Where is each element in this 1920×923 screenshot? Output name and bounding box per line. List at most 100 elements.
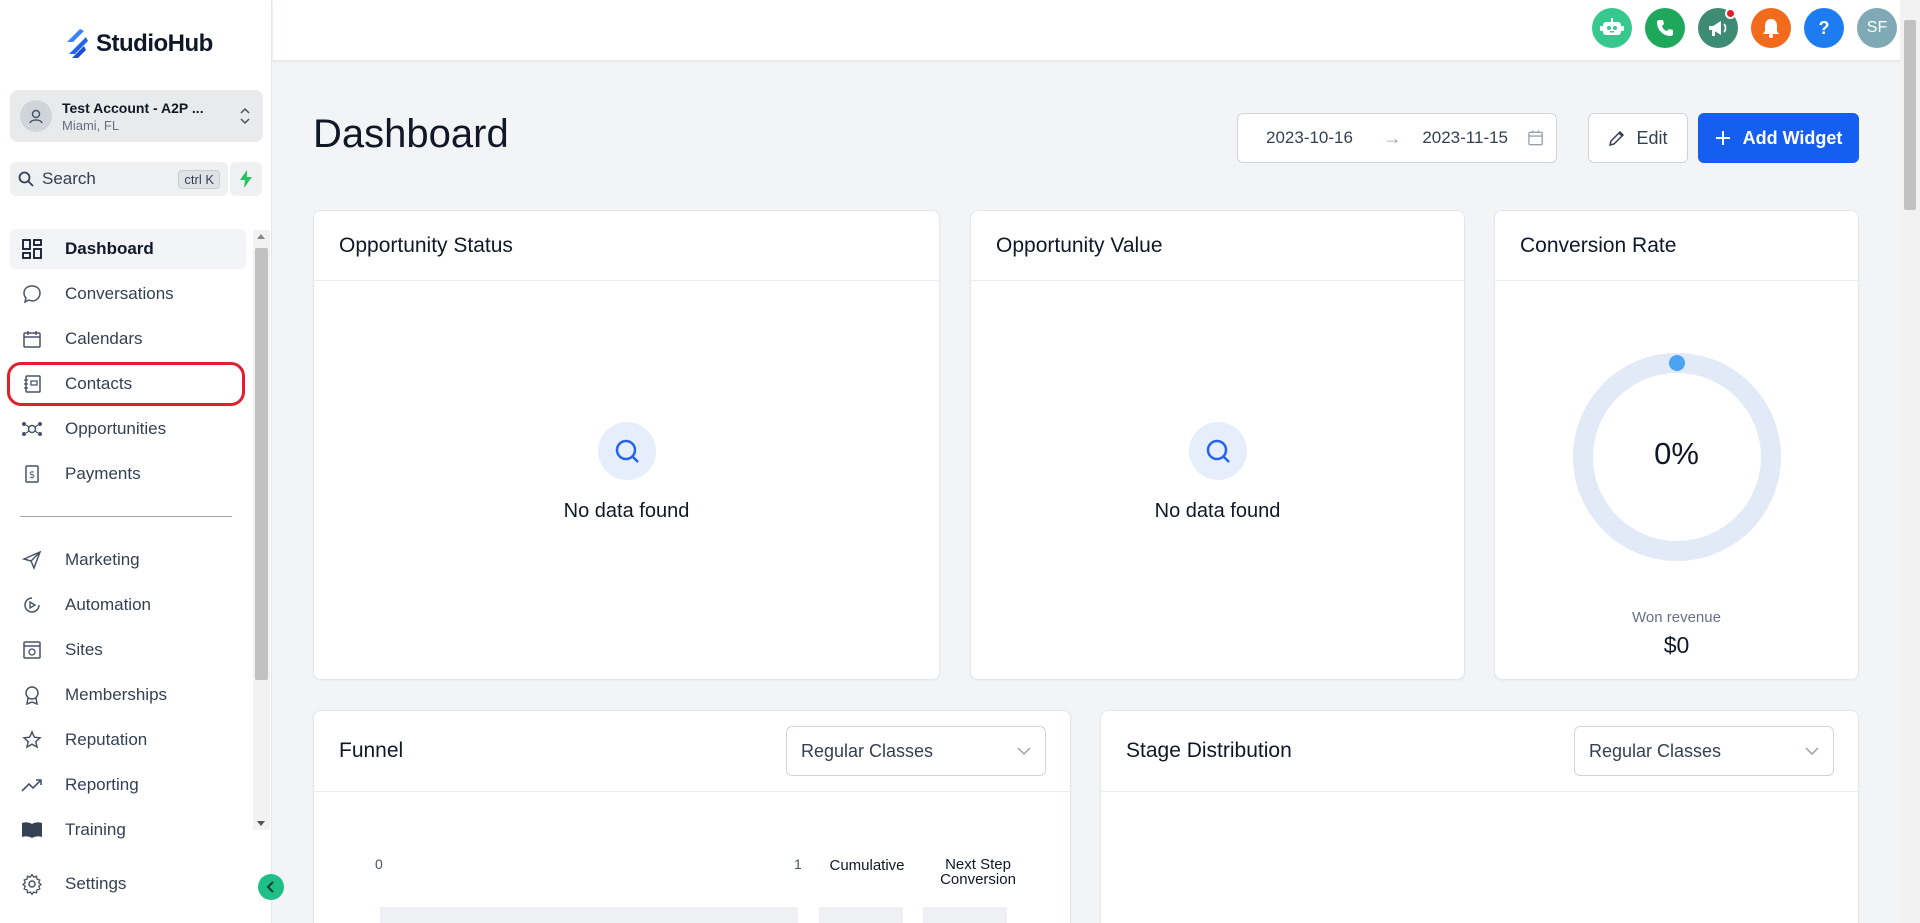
scroll-up-arrow-icon[interactable]	[257, 234, 265, 239]
won-revenue-caption: Won revenue	[1632, 609, 1721, 626]
pipeline-select[interactable]: Regular Classes	[1574, 726, 1834, 776]
book-icon	[20, 818, 44, 842]
search-shortcut: ctrl K	[178, 169, 220, 189]
pipeline-select[interactable]: Regular Classes	[786, 726, 1046, 776]
nav-divider	[20, 516, 232, 517]
payments-icon: $	[20, 462, 44, 486]
add-widget-label: Add Widget	[1742, 127, 1843, 148]
svg-text:$: $	[29, 470, 35, 481]
conversion-rate-value: 0%	[1654, 436, 1699, 471]
plus-icon	[1715, 131, 1730, 145]
calendar-icon	[20, 327, 44, 351]
chevron-down-icon	[1805, 747, 1819, 755]
main-scrollbar[interactable]	[1900, 0, 1920, 923]
calendar-icon	[1528, 130, 1543, 146]
opportunities-icon	[20, 417, 44, 441]
page-title: Dashboard	[313, 112, 509, 156]
gauge-indicator	[1669, 355, 1685, 371]
megaphone-icon[interactable]	[1698, 8, 1738, 48]
lightning-icon	[240, 170, 252, 188]
nav-item-dashboard[interactable]: Dashboard	[10, 229, 246, 269]
opportunity-status-card: Opportunity Status No data found	[313, 210, 940, 680]
nav-label: Contacts	[65, 374, 133, 393]
user-avatar[interactable]: SF	[1857, 8, 1897, 48]
nav-label: Automation	[65, 595, 151, 614]
date-range-picker[interactable]: 2023-10-16 → 2023-11-15	[1237, 113, 1557, 163]
sidebar-scrollbar[interactable]	[253, 230, 270, 830]
bell-icon[interactable]	[1751, 8, 1791, 48]
empty-text: No data found	[1154, 500, 1281, 522]
card-title: Opportunity Status	[339, 233, 513, 257]
chevron-updown-icon	[237, 106, 253, 126]
nav-item-opportunities[interactable]: Opportunities	[10, 409, 246, 449]
card-title: Opportunity Value	[996, 233, 1163, 257]
funnel-card: Funnel Regular Classes 0 1 Cumulative Ne…	[313, 710, 1071, 923]
nav-label: Reputation	[65, 730, 148, 749]
nav-item-training[interactable]: Training	[10, 810, 246, 850]
top-bar: ? SF	[273, 0, 1900, 61]
nav-item-reporting[interactable]: Reporting	[10, 765, 246, 805]
nav-item-contacts[interactable]: Contacts	[7, 362, 245, 406]
nav-item-calendars[interactable]: Calendars	[10, 319, 246, 359]
conversion-rate-card: Conversion Rate 0% Won revenue $0	[1494, 210, 1859, 680]
opportunity-value-card: Opportunity Value No data found	[970, 210, 1465, 680]
automation-icon	[20, 593, 44, 617]
nav-label: Payments	[65, 464, 141, 483]
date-end[interactable]: 2023-11-15	[1422, 128, 1527, 148]
won-revenue-value: $0	[1663, 632, 1690, 658]
scroll-down-arrow-icon[interactable]	[257, 821, 265, 826]
nav-item-conversations[interactable]: Conversations	[10, 274, 246, 314]
edit-button[interactable]: Edit	[1588, 113, 1688, 163]
arrow-right-icon: →	[1383, 127, 1402, 148]
empty-state: No data found	[971, 422, 1464, 523]
search-label: Search	[42, 169, 96, 188]
funnel-col-cumulative: Cumulative	[829, 857, 905, 874]
nav-item-reputation[interactable]: Reputation	[10, 720, 246, 760]
nav-label: Reporting	[65, 775, 139, 794]
search-icon	[1188, 422, 1247, 480]
scrollbar-thumb[interactable]	[1904, 20, 1916, 210]
nav-item-settings[interactable]: Settings	[10, 864, 246, 904]
nav-item-sites[interactable]: Sites	[10, 630, 246, 670]
funnel-col-next-step: Next Step Conversion	[940, 856, 1016, 888]
card-title: Funnel	[339, 739, 404, 762]
search-input[interactable]: Search ctrl K	[10, 162, 228, 196]
nav-item-marketing[interactable]: Marketing	[10, 540, 246, 580]
pencil-icon	[1609, 130, 1625, 147]
trend-icon	[20, 773, 44, 797]
bot-icon[interactable]	[1592, 8, 1632, 48]
phone-icon[interactable]	[1645, 8, 1685, 48]
account-switcher[interactable]: Test Account - A2P ... Miami, FL	[10, 90, 263, 142]
funnel-next-step-shape	[923, 907, 1007, 923]
nav-label: Sites	[65, 640, 103, 659]
add-widget-button[interactable]: Add Widget	[1698, 113, 1859, 163]
gear-icon	[20, 872, 44, 896]
help-label: ?	[1818, 17, 1830, 38]
collapse-sidebar-button[interactable]	[258, 874, 284, 900]
notification-dot	[1725, 8, 1736, 19]
empty-state: No data found	[314, 422, 939, 523]
nav-label: Conversations	[65, 284, 174, 303]
funnel-cumulative-shape	[819, 907, 903, 923]
scrollbar-thumb[interactable]	[255, 248, 268, 680]
funnel-axis-start: 0	[375, 856, 383, 872]
nav-item-payments[interactable]: $ Payments	[10, 454, 246, 494]
badge-icon	[20, 683, 44, 707]
brand-logo[interactable]: StudioHub	[64, 26, 213, 62]
help-icon[interactable]: ?	[1804, 8, 1844, 48]
card-title: Stage Distribution	[1126, 739, 1292, 762]
nav-label: Memberships	[65, 685, 168, 704]
user-initials: SF	[1866, 19, 1888, 36]
chevron-left-icon	[266, 881, 274, 893]
quick-actions-button[interactable]	[230, 162, 262, 196]
dashboard-icon	[20, 237, 44, 261]
nav-item-automation[interactable]: Automation	[10, 585, 246, 625]
contacts-icon	[20, 372, 44, 396]
stage-distribution-card: Stage Distribution Regular Classes	[1100, 710, 1859, 923]
date-start[interactable]: 2023-10-16	[1266, 128, 1371, 148]
funnel-axis-end: 1	[794, 856, 802, 872]
nav-label: Opportunities	[65, 419, 167, 438]
nav-label: Settings	[65, 874, 127, 893]
nav-item-memberships[interactable]: Memberships	[10, 675, 246, 715]
pipeline-select-value: Regular Classes	[1589, 740, 1722, 761]
